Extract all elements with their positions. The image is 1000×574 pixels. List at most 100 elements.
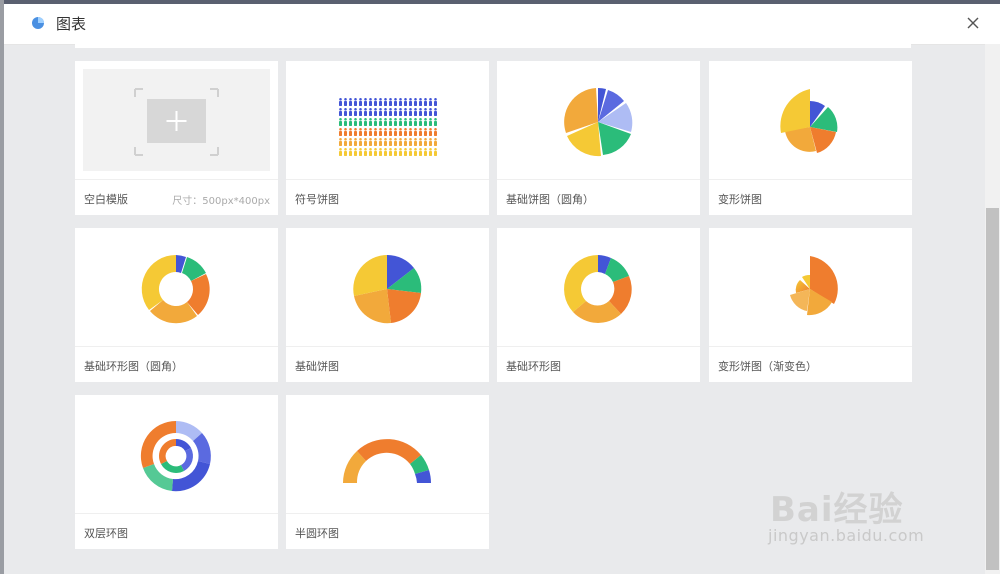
person-symbol (354, 138, 357, 146)
card-footer: 基础饼图 (286, 346, 489, 383)
person-symbol (369, 118, 372, 126)
person-symbol (389, 148, 392, 156)
person-symbol (384, 128, 387, 136)
person-symbol (399, 118, 402, 126)
person-symbol (379, 108, 382, 116)
card-label: 基础饼图（圆角） (506, 193, 594, 206)
person-symbol (409, 98, 412, 106)
previous-row-edge (75, 44, 911, 48)
double-donut-thumbnail (140, 420, 211, 492)
person-symbol (424, 108, 427, 116)
template-card-basic-pie-rounded[interactable]: 基础饼图（圆角） (497, 61, 700, 215)
card-label: 双层环图 (84, 527, 128, 540)
person-symbol (404, 108, 407, 116)
person-symbol (434, 108, 437, 116)
person-symbol (419, 148, 422, 156)
person-symbol (394, 98, 397, 106)
scrollbar-thumb[interactable] (986, 208, 999, 570)
card-footer: 基础环形图（圆角） (75, 346, 278, 383)
person-symbol (374, 128, 377, 136)
basic-pie-thumbnail (353, 254, 422, 324)
person-symbol (404, 148, 407, 156)
person-symbol (424, 118, 427, 126)
template-card-double-donut[interactable]: 双层环图 (75, 395, 278, 549)
deformed-pie-gradient-thumbnail (790, 256, 838, 316)
template-card-deformed-pie-gradient[interactable]: 变形饼图（渐变色） (709, 228, 912, 382)
card-label: 基础环形图（圆角） (84, 360, 183, 373)
chart-app-icon (32, 17, 44, 29)
card-footer: 变形饼图（渐变色） (709, 346, 912, 383)
person-symbol (364, 128, 367, 136)
person-symbol (399, 98, 402, 106)
person-symbol (344, 108, 347, 116)
dialog-header: 图表 (4, 4, 1000, 45)
person-symbol (409, 108, 412, 116)
person-symbol (349, 128, 352, 136)
person-symbol (349, 118, 352, 126)
person-symbol (339, 138, 342, 146)
person-symbol (369, 148, 372, 156)
symbol-pie-thumbnail (339, 98, 437, 156)
basic-pie-rounded-thumbnail (564, 88, 633, 157)
person-symbol (344, 128, 347, 136)
card-size: 尺寸：500px*400px (172, 196, 270, 207)
person-symbol (354, 128, 357, 136)
person-symbol (364, 118, 367, 126)
person-symbol (424, 128, 427, 136)
close-icon[interactable] (962, 12, 984, 34)
person-symbol (349, 108, 352, 116)
person-symbol (339, 98, 342, 106)
person-symbol (429, 128, 432, 136)
person-symbol (414, 98, 417, 106)
person-symbol (429, 108, 432, 116)
person-symbol (369, 98, 372, 106)
template-card-basic-donut[interactable]: 基础环形图 (497, 228, 700, 382)
person-symbol (349, 98, 352, 106)
template-card-half-donut[interactable]: 半圆环图 (286, 395, 489, 549)
basic-donut-thumbnail (564, 255, 632, 323)
backdrop-edge (0, 0, 4, 574)
template-card-symbol-pie[interactable]: 符号饼图 (286, 61, 489, 215)
person-symbol (399, 148, 402, 156)
person-symbol (394, 118, 397, 126)
person-symbol (359, 128, 362, 136)
person-symbol (389, 98, 392, 106)
person-symbol (429, 148, 432, 156)
person-symbol (404, 98, 407, 106)
card-label: 符号饼图 (295, 193, 339, 206)
template-card-basic-pie[interactable]: 基础饼图 (286, 228, 489, 382)
card-label: 基础饼图 (295, 360, 339, 373)
person-symbol (384, 98, 387, 106)
person-symbol (379, 98, 382, 106)
person-symbol (434, 98, 437, 106)
person-symbol (389, 128, 392, 136)
person-symbol (374, 108, 377, 116)
person-symbol (409, 128, 412, 136)
person-symbol (364, 108, 367, 116)
template-card-blank[interactable]: 空白模版 尺寸：500px*400px (75, 61, 278, 215)
person-symbol (349, 138, 352, 146)
person-symbol (414, 118, 417, 126)
template-card-deformed-pie[interactable]: 变形饼图 (709, 61, 912, 215)
person-symbol (384, 108, 387, 116)
person-symbol (374, 118, 377, 126)
card-label: 空白模版 (84, 193, 128, 206)
person-symbol (359, 108, 362, 116)
person-symbol (354, 98, 357, 106)
person-symbol (419, 128, 422, 136)
template-card-basic-donut-rounded[interactable]: 基础环形图（圆角） (75, 228, 278, 382)
person-symbol (359, 98, 362, 106)
person-symbol (344, 138, 347, 146)
watermark-brand: Bai经验 (770, 490, 904, 530)
person-symbol (384, 148, 387, 156)
person-symbol (404, 118, 407, 126)
deformed-pie-thumbnail (780, 89, 838, 153)
card-footer: 符号饼图 (286, 179, 489, 216)
person-symbol (434, 128, 437, 136)
person-symbol (414, 148, 417, 156)
person-symbol (364, 98, 367, 106)
person-symbol (339, 148, 342, 156)
card-footer: 变形饼图 (709, 179, 912, 216)
person-symbol (389, 138, 392, 146)
person-symbol (424, 138, 427, 146)
